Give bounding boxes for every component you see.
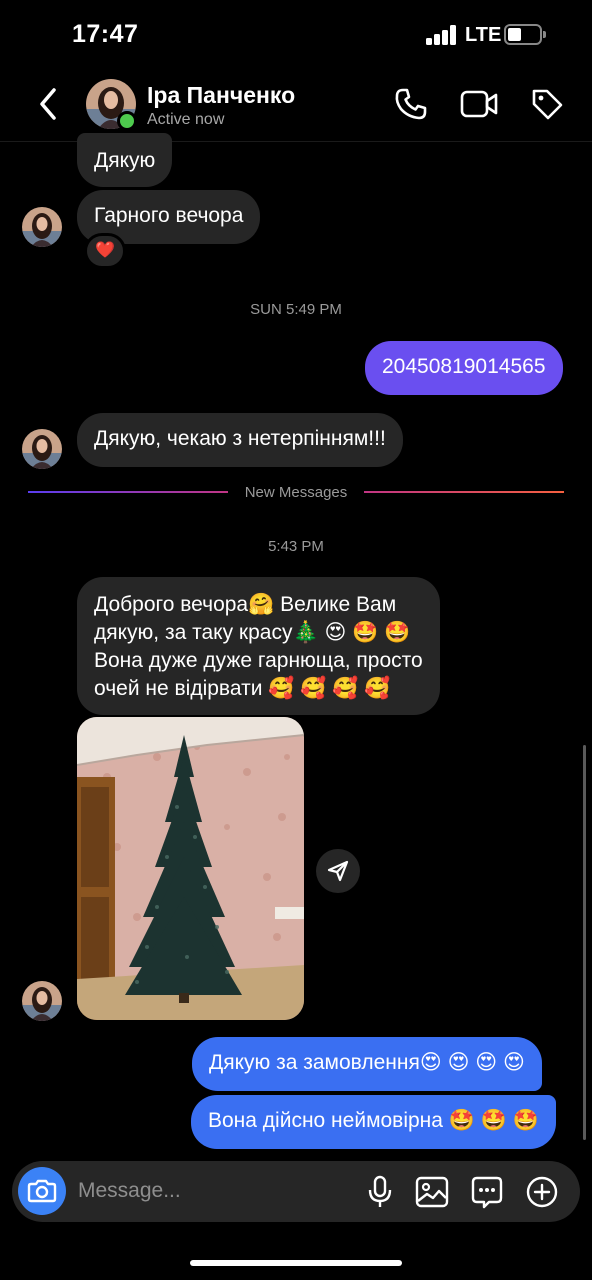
call-icon[interactable]: [394, 87, 428, 121]
message-text-line: дякую, за таку красу🎄 😍 🤩 🤩: [94, 621, 411, 644]
message-text-line: очей не відірвати 🥰 🥰 🥰 🥰: [94, 677, 391, 700]
timestamp: SUN 5:49 PM: [250, 301, 342, 318]
tag-icon[interactable]: [530, 87, 564, 121]
signal-icon: [426, 25, 458, 45]
message-text: Гарного вечора: [94, 204, 244, 227]
message-composer: Message...: [12, 1161, 580, 1222]
message-text-line: Вона дуже дуже гарнюща, просто: [94, 649, 423, 672]
contact-avatar[interactable]: [22, 981, 62, 1021]
message-bubble-incoming[interactable]: Доброго вечора🤗 Велике Вам дякую, за так…: [77, 577, 440, 715]
message-bubble-outgoing[interactable]: Дякую за замовлення😍 😍 😍 😍: [192, 1037, 542, 1091]
sticker-icon[interactable]: [470, 1175, 504, 1209]
network-label: LTE: [465, 24, 502, 46]
contact-avatar[interactable]: [22, 207, 62, 247]
camera-button[interactable]: [18, 1167, 66, 1215]
message-bubble-incoming[interactable]: Дякую: [77, 133, 173, 187]
new-messages-divider: [364, 491, 564, 493]
heart-reaction-icon[interactable]: ❤️: [84, 233, 126, 269]
message-text: Дякую, чекаю з нетерпінням!!!: [94, 427, 386, 450]
contact-status: Active now: [147, 111, 225, 128]
contact-name[interactable]: Іра Панченко: [147, 82, 295, 109]
message-text-line: Доброго вечора🤗 Велике Вам: [94, 593, 397, 616]
message-input[interactable]: Message...: [78, 1179, 181, 1203]
christmas-tree-photo[interactable]: [77, 717, 304, 1020]
chat-header: Іра Панченко Active now: [0, 70, 592, 142]
mic-icon[interactable]: [366, 1175, 394, 1209]
message-text: Дякую за замовлення😍 😍 😍 😍: [209, 1051, 525, 1074]
message-bubble-outgoing[interactable]: Вона дійсно неймовірна 🤩 🤩 🤩: [191, 1095, 556, 1149]
message-bubble-incoming[interactable]: Дякую, чекаю з нетерпінням!!!: [77, 413, 403, 467]
message-text: Дякую: [94, 149, 156, 172]
camera-icon: [27, 1179, 57, 1203]
gallery-icon[interactable]: [415, 1176, 449, 1208]
timestamp: 5:43 PM: [268, 538, 324, 555]
message-bubble-outgoing[interactable]: 20450819014565: [365, 341, 563, 395]
share-icon: [327, 860, 349, 882]
back-icon[interactable]: [34, 84, 66, 124]
message-text: Вона дійсно неймовірна 🤩 🤩 🤩: [208, 1109, 539, 1132]
contact-avatar[interactable]: [22, 429, 62, 469]
video-icon[interactable]: [460, 88, 498, 120]
scrollbar[interactable]: [583, 745, 586, 1140]
home-indicator[interactable]: [190, 1260, 402, 1266]
plus-icon[interactable]: [525, 1175, 559, 1209]
status-bar: 17:47 LTE: [0, 0, 592, 70]
message-text: 20450819014565: [382, 355, 546, 378]
online-indicator: [117, 111, 137, 131]
share-button[interactable]: [316, 849, 360, 893]
status-time: 17:47: [72, 20, 139, 48]
battery-icon: [504, 24, 546, 45]
